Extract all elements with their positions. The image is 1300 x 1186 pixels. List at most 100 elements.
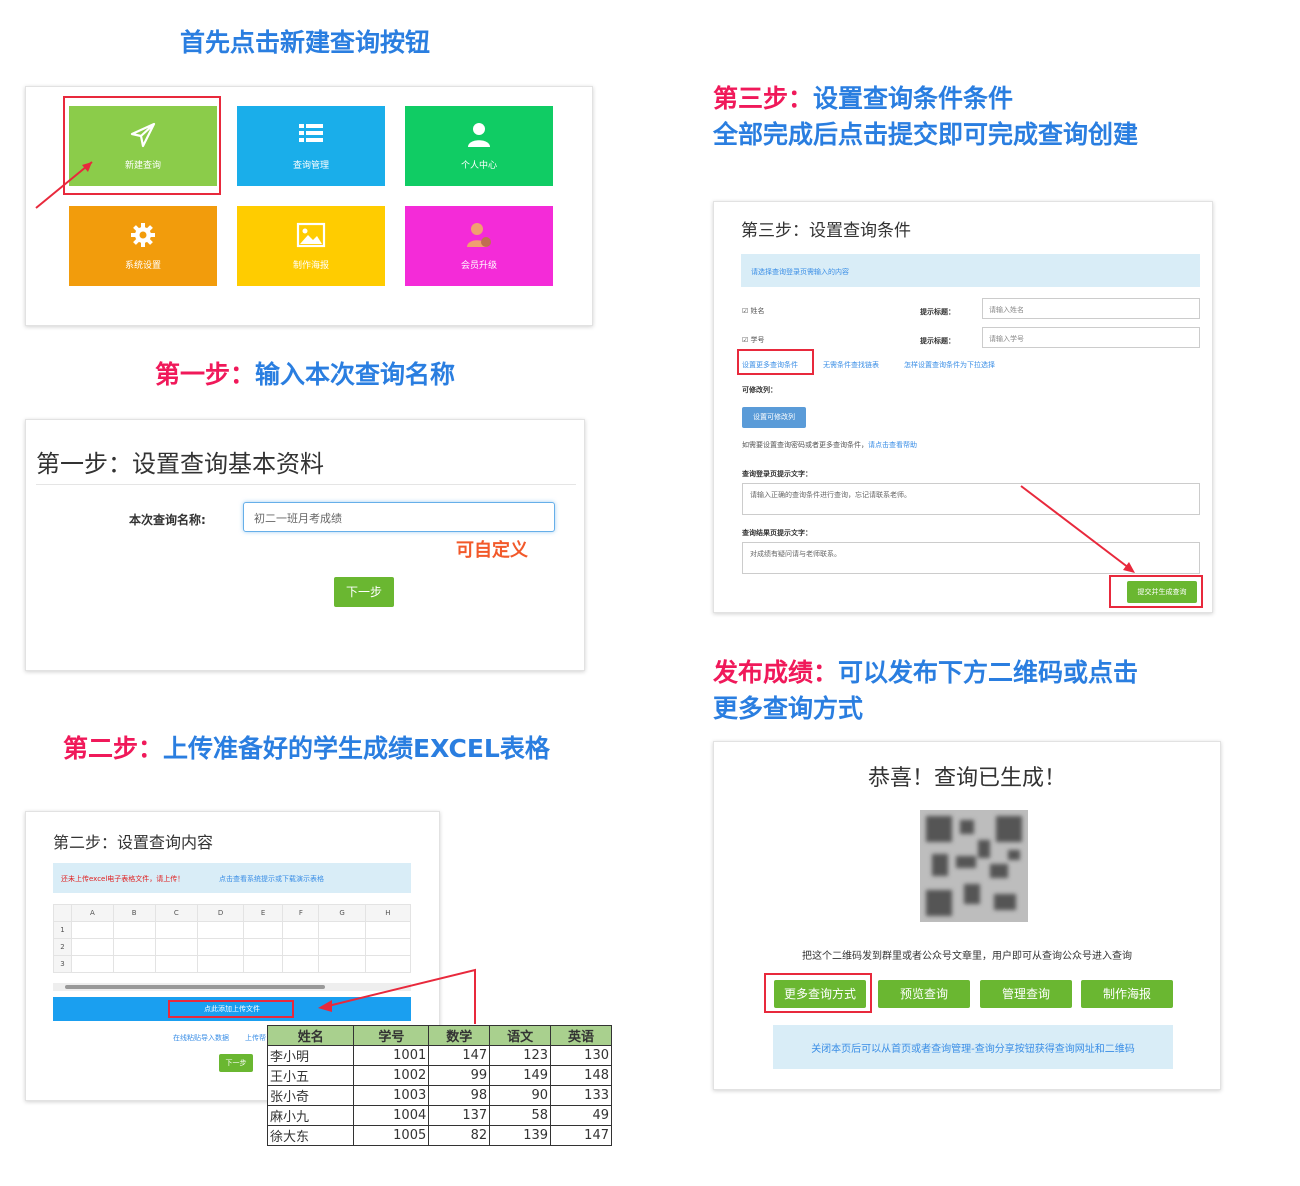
hint-title-label: 提示标题： [920,337,955,345]
customizable-hint: 可自定义 [456,540,528,561]
editable-columns-button[interactable]: 设置可修改列 [742,407,806,428]
help-link[interactable]: 请点击查看帮助 [868,441,917,449]
grid-header-row: A B C D E F G H [53,904,412,922]
online-paste-link[interactable]: 在线粘贴导入数据 [173,1033,229,1043]
upload-arrow [318,968,476,1024]
student-name: 徐大东 [266,1125,355,1146]
condition-name[interactable]: ☑ 姓名 [742,306,765,316]
checkbox-checked-icon[interactable]: ☑ [742,307,748,315]
list-icon [237,120,385,150]
tile-label: 制作海报 [292,261,329,271]
step2-heading-prefix: 第二步： [63,734,164,763]
score-chinese: 139 [489,1125,552,1146]
condition-student-id[interactable]: ☑ 学号 [742,335,765,345]
step3-heading-line2: 全部完成后点击提交即可完成查询创建 [713,120,1139,149]
tile-vip-upgrade[interactable]: 会员升级 [405,206,553,286]
more-query-methods-highlight [764,973,872,1013]
publish-note-text: 关闭本页后可以从首页或者查询管理-查询分享按钮获得查询网址和二维码 [811,1044,1135,1055]
publish-note: 关闭本页后可以从首页或者查询管理-查询分享按钮获得查询网址和二维码 [773,1025,1173,1069]
publish-title: 恭喜！查询已生成！ [867,766,1066,791]
upload-help-link[interactable]: 上传帮 [245,1033,266,1043]
preview-query-button[interactable]: 预览查询 [878,980,970,1008]
hint-title-value: 请输入姓名 [989,306,1024,314]
student-id: 1001 [353,1045,430,1066]
step1-heading-text: 输入本次查询名称 [255,360,456,389]
scores-header: 英语 [550,1025,612,1046]
tile-label: 系统设置 [124,261,161,271]
publish-heading-line2: 更多查询方式 [713,694,864,723]
intro-heading: 首先点击新建查询按钮 [180,28,431,57]
score-english: 133 [550,1085,612,1106]
grid-row: 2 [53,938,412,956]
scores-header-row: 姓名 学号 数学 语文 英语 [266,1025,612,1046]
result-text-value: 对成绩有疑问请与老师联系。 [750,550,841,558]
help-text: 如需要设置查询密码或者更多查询条件， [742,441,868,449]
step3-heading: 第三步：设置查询条件条件 [713,80,1013,118]
step3-info-text: 请选择查询登录页需输入的内容 [751,268,849,276]
student-id: 1005 [353,1125,430,1146]
manage-query-button[interactable]: 管理查询 [980,980,1072,1008]
step1-next-button[interactable]: 下一步 [334,577,394,607]
scores-header: 语文 [489,1025,552,1046]
dropdown-condition-link[interactable]: 怎样设置查询条件为下拉选择 [904,360,995,370]
step3-title: 第三步：设置查询条件 [741,221,911,241]
tile-label: 个人中心 [460,161,497,171]
hint-title-value: 请输入学号 [989,335,1024,343]
score-english: 130 [550,1045,612,1066]
score-chinese: 90 [489,1085,552,1106]
checkbox-checked-icon[interactable]: ☑ [742,336,748,344]
score-english: 148 [550,1065,612,1086]
hint-title-input-id[interactable]: 请输入学号 [982,327,1200,348]
user-icon [405,120,553,150]
query-name-label: 本次查询名称: [129,513,206,527]
student-name: 张小奇 [266,1085,355,1106]
login-text-label: 查询登录页提示文字： [742,470,812,478]
table-row: 张小奇 1003 98 90 133 [266,1085,612,1106]
grid-row-header: 2 [53,938,72,956]
make-poster-button[interactable]: 制作海报 [1081,980,1173,1008]
result-text-label: 查询结果页提示文字： [742,529,812,537]
step2-alert: 还未上传excel电子表格文件，请上传！ 点击查看系统提示或下载演示表格 [53,863,411,893]
student-id: 1002 [353,1065,430,1086]
publish-heading-prefix: 发布成绩： [713,658,839,687]
grid-col-header: H [364,904,412,922]
step2-heading-text: 上传准备好的学生成绩EXCEL表格 [163,734,550,763]
score-math: 147 [428,1045,491,1066]
no-condition-link[interactable]: 无需条件查找链表 [823,360,879,370]
score-english: 49 [550,1105,612,1126]
tile-make-poster[interactable]: 制作海报 [237,206,385,286]
help-line: 如需要设置查询密码或者更多查询条件，请点击查看帮助 [742,440,917,450]
alert-link[interactable]: 点击查看系统提示或下载演示表格 [219,874,324,884]
grid-row-header: 3 [53,955,72,973]
step1-heading: 第一步：输入本次查询名称 [155,356,455,394]
step1-card: 第一步：设置查询基本资料 本次查询名称: 初二一班月考成绩 可自定义 下一步 [25,419,585,671]
step1-heading-prefix: 第一步： [155,360,256,389]
grid-col-header: C [154,904,199,922]
pointer-arrow [35,161,93,209]
student-id: 1003 [353,1085,430,1106]
gear-icon [69,220,217,250]
step2-next-button[interactable]: 下一步 [219,1054,253,1072]
step1-divider [36,484,576,485]
hint-title-label: 提示标题： [920,308,955,316]
score-english: 147 [550,1125,612,1146]
tile-personal-center[interactable]: 个人中心 [405,106,553,186]
grid-scrollbar-thumb[interactable] [65,985,325,989]
tile-query-manage[interactable]: 查询管理 [237,106,385,186]
hint-title-input-name[interactable]: 请输入姓名 [982,298,1200,319]
scores-table: 姓名 学号 数学 语文 英语 李小明 1001 147 123 130 王小五 … [266,1025,612,1146]
submit-arrow [1020,485,1135,573]
query-name-input[interactable]: 初二一班月考成绩 [243,502,555,532]
student-name: 王小五 [266,1065,355,1086]
table-row: 王小五 1002 99 149 148 [266,1065,612,1086]
grid-row-header: 1 [53,921,72,939]
upload-highlight [168,1000,294,1018]
publish-description: 把这个二维码发到群里或者公众号文章里，用户即可从查询公众号进入查询 [802,951,1132,962]
step2-heading: 第二步：上传准备好的学生成绩EXCEL表格 [63,730,550,768]
grid-col-header: B [112,904,156,922]
scores-header: 姓名 [266,1025,355,1046]
step3-heading-prefix: 第三步： [713,84,814,113]
grid-col-header: A [71,904,114,922]
editable-columns-label: 可修改列： [742,386,777,394]
tile-label: 会员升级 [460,261,497,271]
